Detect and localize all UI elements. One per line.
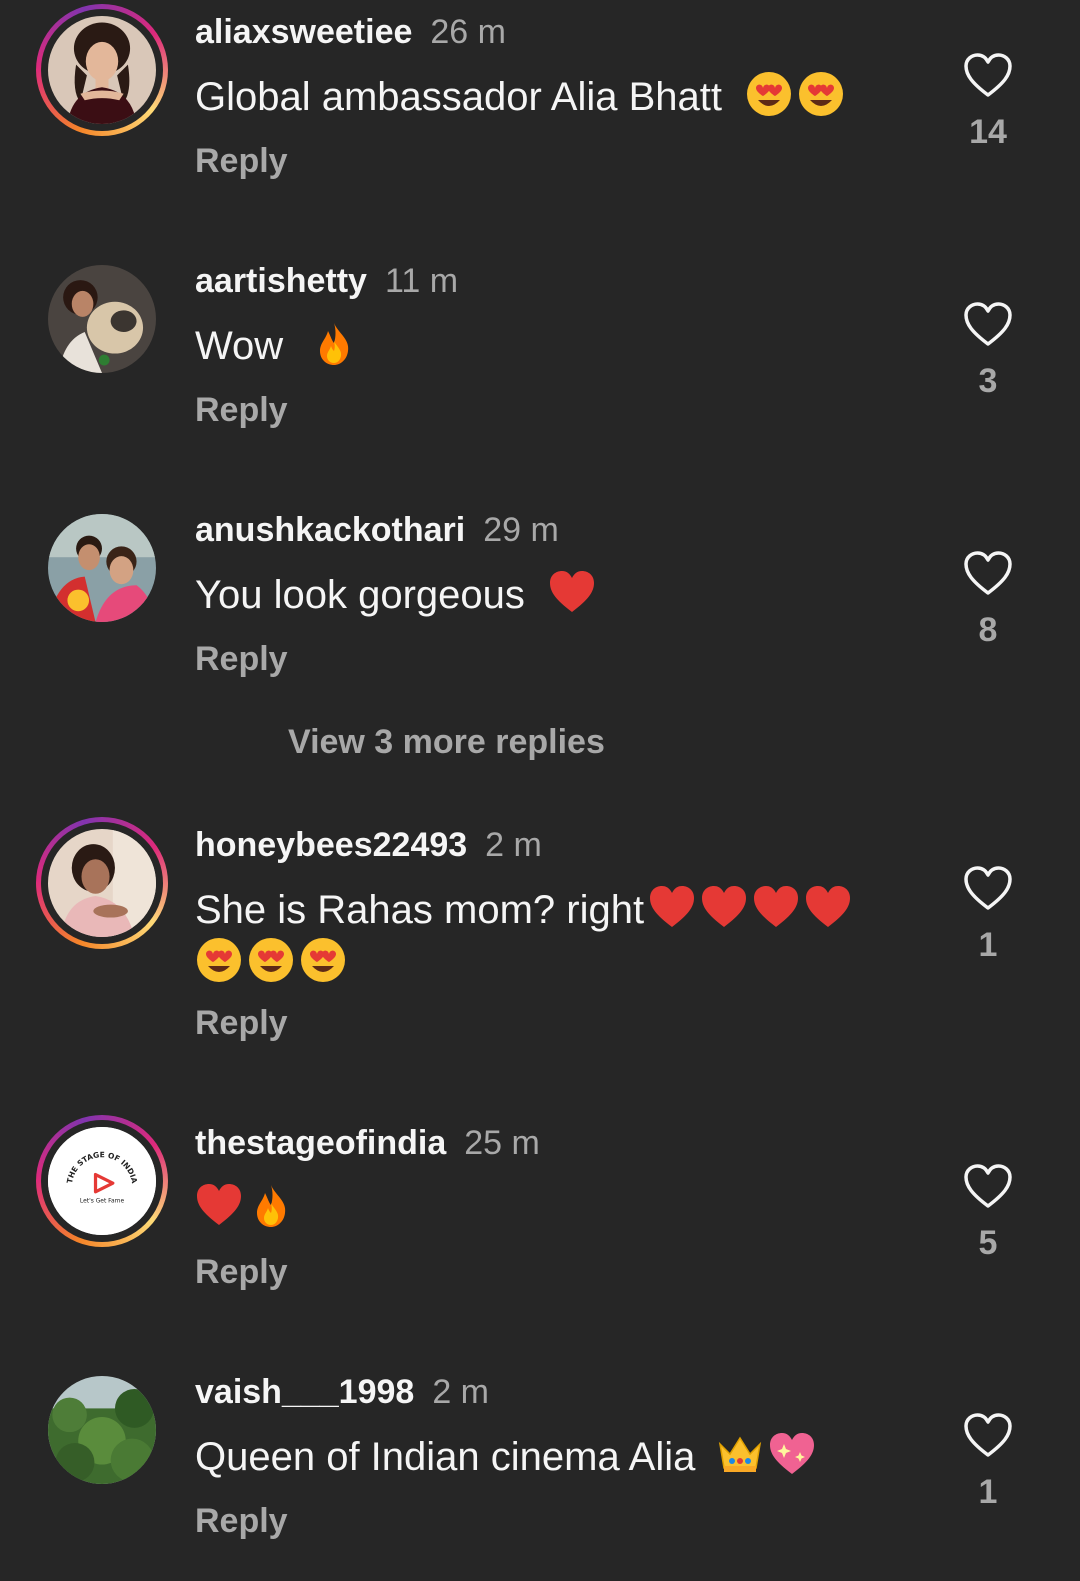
red-heart-emoji — [804, 883, 852, 931]
heart-outline-icon[interactable] — [963, 1163, 1013, 1209]
fire-emoji — [310, 319, 358, 367]
comment-text-row: Global ambassador Alia Bhatt — [195, 70, 895, 123]
avatar[interactable] — [48, 265, 156, 373]
like-control: 8 — [962, 550, 1014, 650]
heart-outline-icon[interactable] — [963, 1412, 1013, 1458]
comment-text-row: Wow — [195, 319, 895, 372]
comment-username[interactable]: anushkackothari — [195, 511, 465, 549]
red-heart-emoji — [648, 883, 696, 931]
like-control: 1 — [962, 1412, 1014, 1512]
like-control: 5 — [962, 1163, 1014, 1263]
sparkling-heart-emoji — [768, 1430, 816, 1478]
like-control: 1 — [962, 865, 1014, 965]
like-count: 1 — [978, 1473, 998, 1511]
fire-emoji — [247, 1181, 295, 1229]
logo-tagline: Let's Get Fame — [80, 1198, 125, 1205]
heart-eyes-emoji — [299, 936, 347, 984]
like-control: 3 — [962, 301, 1014, 401]
avatar-photo — [48, 16, 156, 124]
reply-button[interactable]: Reply — [195, 1252, 288, 1292]
avatar-story-ring[interactable] — [36, 817, 168, 949]
avatar-photo — [48, 514, 156, 622]
red-heart-emoji — [700, 883, 748, 931]
comment-timestamp: 2 m — [485, 826, 542, 864]
like-count: 5 — [978, 1224, 998, 1262]
heart-outline-icon[interactable] — [963, 550, 1013, 596]
like-count: 14 — [969, 113, 1007, 151]
avatar-story-ring[interactable]: THE STAGE OF INDIA Let's Get Fame — [36, 1115, 168, 1247]
comment-username[interactable]: thestageofindia — [195, 1124, 446, 1162]
heart-outline-icon[interactable] — [963, 52, 1013, 98]
comment-username[interactable]: honeybees22493 — [195, 826, 467, 864]
comment-username[interactable]: aliaxsweetiee — [195, 13, 412, 51]
comment-timestamp: 25 m — [464, 1124, 540, 1162]
reply-button[interactable]: Reply — [195, 1501, 288, 1541]
reply-button[interactable]: Reply — [195, 1003, 288, 1043]
comment-timestamp: 11 m — [384, 262, 459, 300]
comment-text: She is Rahas mom? right — [195, 888, 645, 932]
reply-button[interactable]: Reply — [195, 639, 288, 679]
comment-text-row: Queen of Indian cinema Alia — [195, 1430, 895, 1483]
avatar-wrapper[interactable] — [36, 1364, 168, 1496]
comment-timestamp: 29 m — [483, 511, 559, 549]
view-more-replies-button[interactable]: View 3 more replies — [288, 722, 605, 762]
heart-eyes-emoji — [745, 70, 793, 118]
comment-text-row — [195, 1181, 895, 1234]
avatar-photo — [48, 1376, 156, 1484]
red-heart-emoji — [752, 883, 800, 931]
heart-eyes-emoji — [247, 936, 295, 984]
heart-outline-icon[interactable] — [963, 301, 1013, 347]
avatar-wrapper[interactable] — [36, 253, 168, 385]
comment-username[interactable]: aartishetty — [195, 262, 367, 300]
comment-text: Queen of Indian cinema Alia — [195, 1435, 696, 1479]
comments-feed: aliaxsweetiee 26 m Global ambassador Alia… — [0, 0, 1080, 1581]
comment-username[interactable]: vaish___1998 — [195, 1373, 414, 1411]
comment-text: You look gorgeous — [195, 573, 525, 617]
red-heart-emoji — [548, 568, 596, 616]
red-heart-emoji — [195, 1181, 243, 1229]
like-control: 14 — [962, 52, 1014, 152]
avatar-story-ring[interactable] — [36, 4, 168, 136]
heart-eyes-emoji — [797, 70, 845, 118]
heart-outline-icon[interactable] — [963, 865, 1013, 911]
heart-eyes-emoji — [195, 936, 243, 984]
avatar[interactable] — [48, 1376, 156, 1484]
comment-timestamp: 2 m — [432, 1373, 489, 1411]
avatar-wrapper[interactable] — [36, 502, 168, 634]
reply-button[interactable]: Reply — [195, 390, 288, 430]
comment-text: Global ambassador Alia Bhatt — [195, 75, 722, 119]
crown-emoji — [716, 1430, 764, 1478]
like-count: 8 — [978, 611, 998, 649]
comment-text-row: You look gorgeous — [195, 568, 895, 621]
avatar-photo — [48, 265, 156, 373]
avatar[interactable] — [48, 16, 156, 124]
stage-of-india-logo: THE STAGE OF INDIA Let's Get Fame — [48, 1127, 156, 1235]
avatar-photo — [48, 829, 156, 937]
avatar[interactable] — [48, 829, 156, 937]
reply-button[interactable]: Reply — [195, 141, 288, 181]
like-count: 1 — [978, 926, 998, 964]
avatar[interactable]: THE STAGE OF INDIA Let's Get Fame — [48, 1127, 156, 1235]
comment-text: Wow — [195, 324, 284, 368]
comment-text-row: She is Rahas mom? right — [195, 883, 895, 989]
avatar[interactable] — [48, 514, 156, 622]
comment-timestamp: 26 m — [430, 13, 506, 51]
like-count: 3 — [978, 362, 998, 400]
